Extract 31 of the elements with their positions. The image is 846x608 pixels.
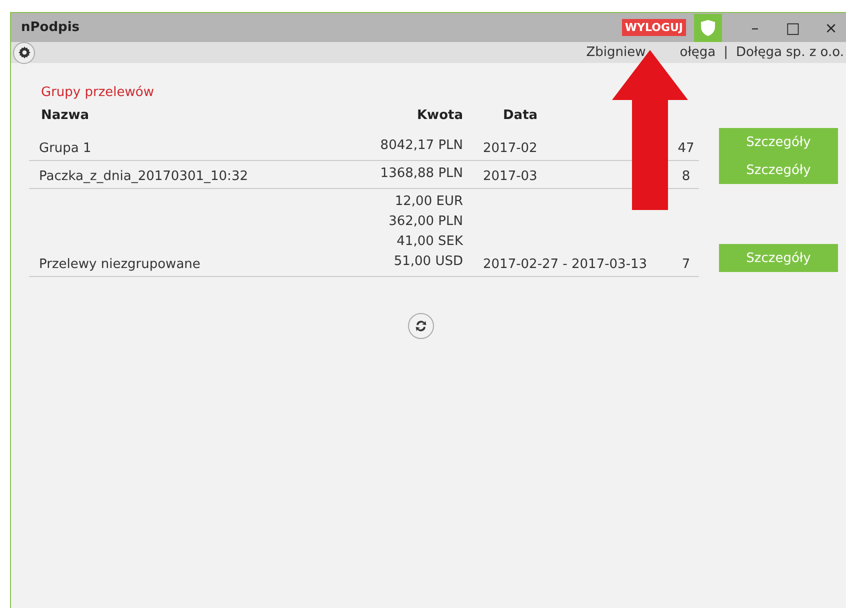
table-cell-text: 47 <box>676 141 696 156</box>
table-cell-text: 1368,88 PLN <box>380 165 463 183</box>
table-cell-text: 12,00 EUR <box>394 193 463 211</box>
table-cell-text: 8042,17 PLN <box>380 137 463 155</box>
minimize-button[interactable]: – <box>736 18 774 36</box>
user-name: Zbigniew <box>586 45 646 60</box>
separator-text: | <box>724 45 728 60</box>
table-cell-text: Paczka_z_dnia_20170301_10:32 <box>38 169 249 184</box>
close-button[interactable]: × <box>812 18 846 36</box>
table-cell-text: Grupa 1 <box>38 141 92 156</box>
column-header: Data <box>502 108 539 123</box>
table-cell-text: Przelewy niezgrupowane <box>38 257 202 272</box>
table-cell-text: 51,00 USD <box>394 253 463 271</box>
details-button[interactable]: Szczegóły <box>719 128 838 156</box>
table-cell-text: 8 <box>680 169 692 184</box>
table-cell-text: 362,00 PLN <box>388 213 463 231</box>
column-header: Nazwa <box>40 108 90 123</box>
table-cell-text: 2017-03 <box>482 169 538 184</box>
table-cell-text: 2017-02-27 - 2017-03-13 <box>482 257 648 272</box>
maximize-button[interactable]: □ <box>774 18 812 36</box>
details-button[interactable]: Szczegóły <box>719 244 838 272</box>
details-button[interactable]: Szczegóły <box>719 156 838 184</box>
company-name: Dołęga sp. z o.o. <box>736 45 844 60</box>
table-cell-text: 2017-02 <box>482 141 538 156</box>
user-name: ołęga <box>680 45 716 60</box>
table-cell-text: 7 <box>680 257 692 272</box>
table-cell-text: 41,00 SEK <box>396 233 463 251</box>
section-title: Grupy przelewów <box>41 85 155 100</box>
window-title: nPodpis <box>21 20 81 35</box>
column-header: Kwota <box>416 108 463 123</box>
logout-button[interactable]: WYLOGUJ <box>622 19 686 36</box>
